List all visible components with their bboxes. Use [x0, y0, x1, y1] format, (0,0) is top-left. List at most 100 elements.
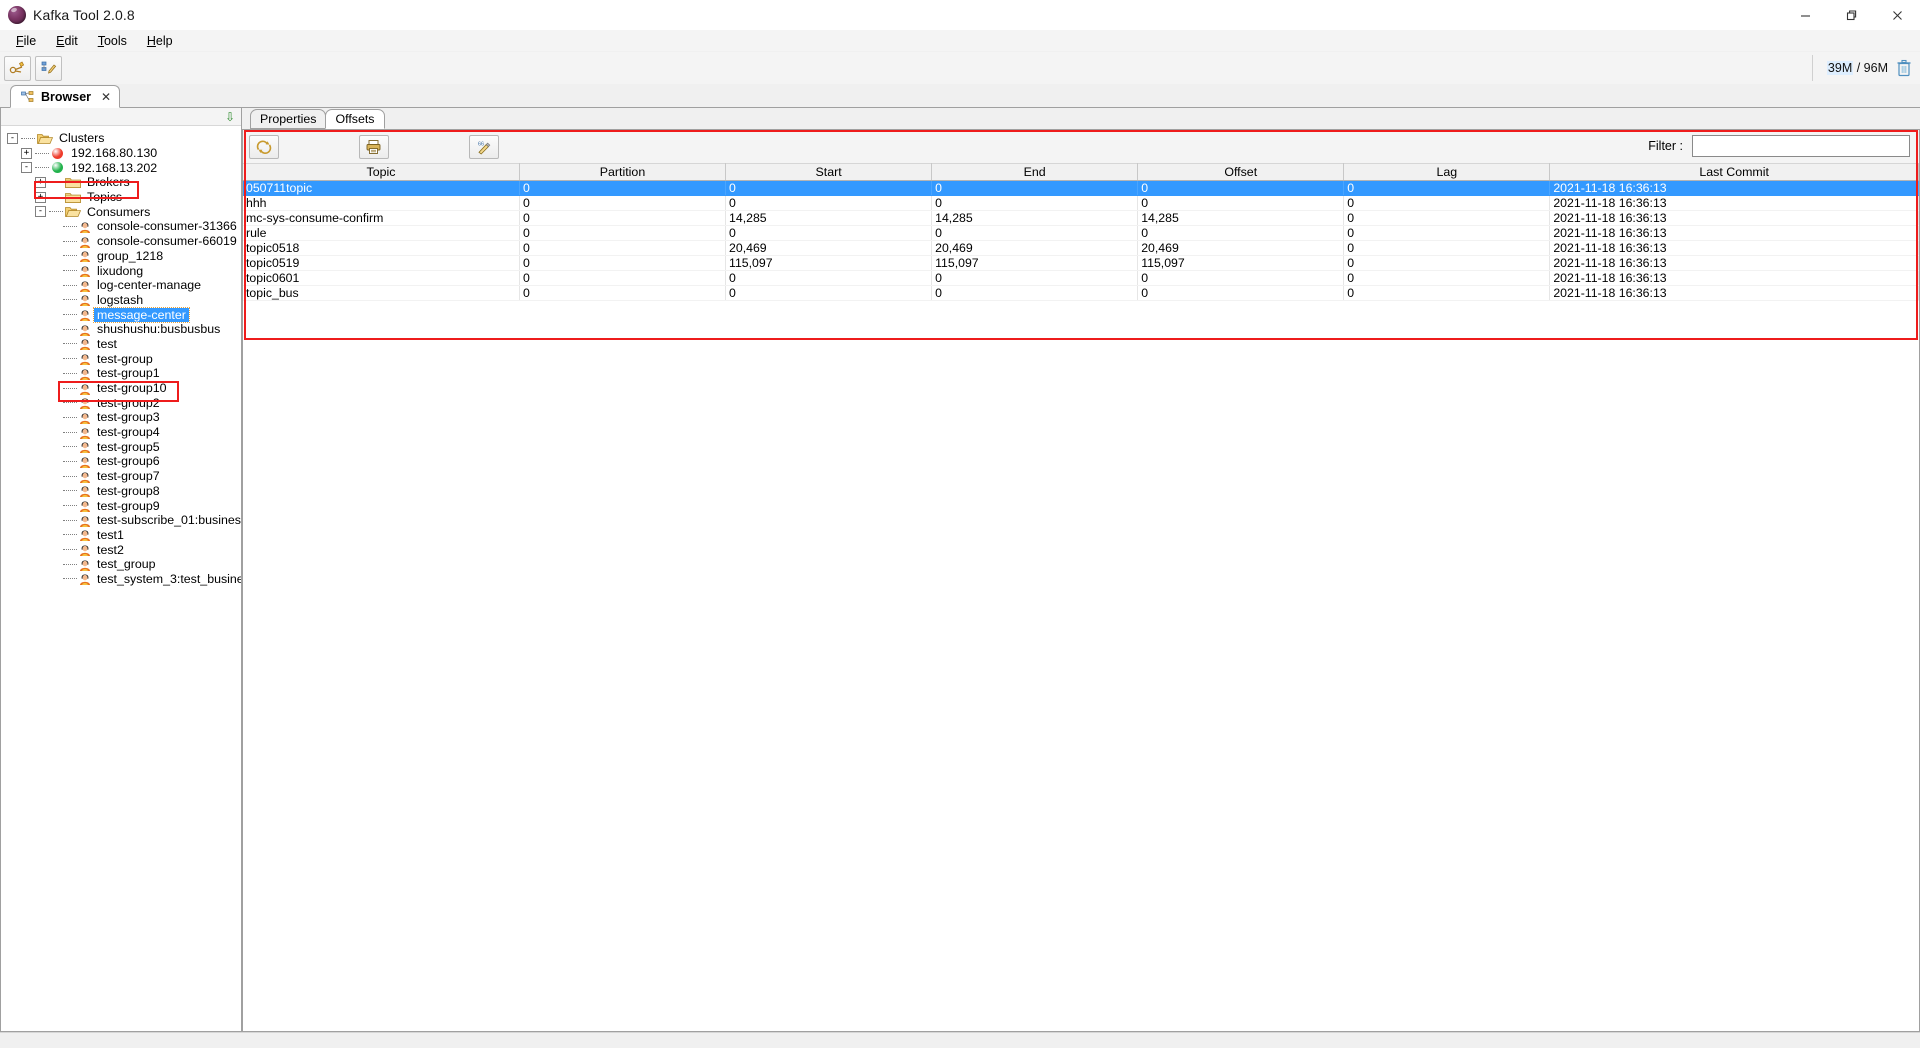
- tree-node-console-consumer-31366[interactable]: console-consumer-31366: [1, 219, 241, 234]
- tree-node-clusters[interactable]: - Clusters: [1, 131, 241, 146]
- main-toolbar: 39M / 96M: [0, 52, 1920, 84]
- table-row[interactable]: topic0518 0 20,469 20,469 20,469 0 2021-11-18 …: [243, 240, 1919, 256]
- tree-node-test-group1[interactable]: test-group1: [1, 366, 241, 381]
- column-header-last-commit[interactable]: Last Commit: [1549, 163, 1919, 181]
- consumer-user-icon: [80, 516, 90, 527]
- column-header-start[interactable]: Start: [725, 163, 933, 181]
- tree-node-logstash[interactable]: logstash: [1, 293, 241, 308]
- cell-topic: mc-sys-consume-confirm: [243, 210, 520, 226]
- tree-node-test-system-3-test-business-2[interactable]: test_system_3:test_business_2: [1, 572, 241, 587]
- tab-browser-close-icon[interactable]: ✕: [101, 90, 111, 104]
- cell-start: 0: [725, 195, 933, 211]
- tree-node-192-168-13-202[interactable]: - 192.168.13.202: [1, 160, 241, 175]
- cluster-disconnected-icon: [52, 147, 63, 159]
- tree-node-test1[interactable]: test1: [1, 528, 241, 543]
- table-row[interactable]: mc-sys-consume-confirm 0 14,285 14,285 14,28…: [243, 210, 1919, 226]
- cell-offset: 0: [1137, 285, 1345, 301]
- refresh-arrows-icon: [256, 140, 272, 154]
- collapse-all-arrow-icon[interactable]: ⇩: [225, 111, 235, 123]
- add-cluster-button[interactable]: [4, 55, 31, 81]
- cell-end: 20,469: [931, 240, 1139, 256]
- tree-node-test-group2[interactable]: test-group2: [1, 395, 241, 410]
- tree-node-test-group5[interactable]: test-group5: [1, 439, 241, 454]
- cluster-tree[interactable]: - Clusters +192.168.80.130-192.168.13.202 +…: [1, 126, 241, 1031]
- tree-connector: [63, 240, 77, 242]
- tree-connector: [63, 387, 77, 389]
- menu-file[interactable]: File: [6, 31, 46, 51]
- tree-connector: [63, 519, 77, 521]
- menu-help[interactable]: Help: [137, 31, 183, 51]
- tab-offsets[interactable]: Offsets: [325, 109, 385, 129]
- table-row[interactable]: topic0601 0 0 0 0 0 2021-11-18 16:36:13: [243, 270, 1919, 286]
- column-header-end[interactable]: End: [931, 163, 1139, 181]
- tree-expand-toggle[interactable]: +: [35, 191, 46, 203]
- column-header-partition[interactable]: Partition: [519, 163, 727, 181]
- column-header-offset[interactable]: Offset: [1137, 163, 1345, 181]
- column-header-topic[interactable]: Topic: [243, 163, 520, 181]
- tree-node-test-group9[interactable]: test-group9: [1, 498, 241, 513]
- title-bar: Kafka Tool 2.0.8: [0, 0, 1920, 30]
- close-button[interactable]: [1874, 0, 1920, 30]
- tree-node-message-center[interactable]: message-center: [1, 306, 241, 323]
- tree-node-test-group6[interactable]: test-group6: [1, 454, 241, 469]
- tree-node-test-group[interactable]: test-group: [1, 351, 241, 366]
- menu-edit[interactable]: Edit: [46, 31, 88, 51]
- memory-separator: /: [1853, 61, 1864, 75]
- tree-node-test-group7[interactable]: test-group7: [1, 469, 241, 484]
- tree-node-label: Brokers: [87, 175, 130, 190]
- tree-node-test-subscribe-01-businesstest1[interactable]: test-subscribe_01:businessTest1: [1, 513, 241, 528]
- tab-browser[interactable]: Browser ✕: [10, 85, 121, 108]
- maximize-button[interactable]: [1828, 0, 1874, 30]
- column-header-lag[interactable]: Lag: [1343, 163, 1551, 181]
- edit-offsets-button[interactable]: 66: [469, 134, 499, 159]
- tree-node-console-consumer-66019[interactable]: console-consumer-66019: [1, 234, 241, 249]
- tree-collapse-toggle[interactable]: -: [7, 132, 18, 144]
- export-offsets-button[interactable]: [359, 134, 389, 159]
- tree-node-topics[interactable]: + Topics: [1, 190, 241, 205]
- table-row[interactable]: topic_bus 0 0 0 0 0 2021-11-18 16:36:13: [243, 285, 1919, 301]
- tree-expand-toggle[interactable]: +: [35, 176, 46, 188]
- minimize-button[interactable]: [1782, 0, 1828, 30]
- cell-lag: 0: [1343, 225, 1551, 241]
- tree-panel-header: ⇩: [1, 108, 241, 126]
- tree-node-test-group[interactable]: test_group: [1, 557, 241, 572]
- tree-node-test-group3[interactable]: test-group3: [1, 410, 241, 425]
- cluster-tree-panel: ⇩ - Clusters +192.168.80.130-192.168.13.20…: [0, 108, 242, 1032]
- tree-node-log-center-manage[interactable]: log-center-manage: [1, 278, 241, 293]
- tree-node-brokers[interactable]: + Brokers: [1, 175, 241, 190]
- tree-node-test[interactable]: test: [1, 337, 241, 352]
- memory-indicator[interactable]: 39M / 96M: [1811, 55, 1912, 81]
- table-row[interactable]: hhh 0 0 0 0 0 2021-11-18 16:36:13: [243, 195, 1919, 211]
- cell-start: 115,097: [725, 255, 933, 271]
- tree-collapse-toggle[interactable]: -: [35, 206, 46, 218]
- edit-tree-button[interactable]: [35, 55, 62, 81]
- menu-tools[interactable]: Tools: [88, 31, 137, 51]
- offsets-table[interactable]: Topic Partition Start End Offset Lag Last Comm…: [243, 163, 1919, 301]
- consumer-user-icon: [80, 354, 90, 366]
- cell-end: 0: [931, 270, 1139, 286]
- tree-edit-icon: [41, 61, 57, 74]
- window-title: Kafka Tool 2.0.8: [33, 6, 135, 23]
- tree-expand-toggle[interactable]: +: [21, 147, 32, 159]
- filter-input[interactable]: [1692, 135, 1910, 157]
- tree-node-group-1218[interactable]: group_1218: [1, 249, 241, 264]
- tree-node-test-group8[interactable]: test-group8: [1, 484, 241, 499]
- tree-connector: [63, 284, 77, 286]
- tree-node-label: test-group2: [97, 395, 160, 410]
- tree-node-test2[interactable]: test2: [1, 542, 241, 557]
- tree-node-test-group4[interactable]: test-group4: [1, 425, 241, 440]
- tab-properties[interactable]: Properties: [250, 109, 327, 129]
- tree-node-lixudong[interactable]: lixudong: [1, 263, 241, 278]
- refresh-offsets-button[interactable]: [249, 134, 279, 159]
- tree-node-consumers[interactable]: - Consumers: [1, 204, 241, 219]
- tree-collapse-toggle[interactable]: -: [21, 162, 32, 174]
- tree-node-shushushu-busbusbus[interactable]: shushushu:busbusbus: [1, 322, 241, 337]
- trash-icon[interactable]: [1896, 59, 1912, 77]
- table-row[interactable]: topic0519 0 115,097 115,097 115,097 0 2021-11-…: [243, 255, 1919, 271]
- offsets-table-body[interactable]: 050711topic 0 0 0 0 0 2021-11-18 16:36:13 hhh 0 0…: [243, 180, 1919, 301]
- table-row[interactable]: 050711topic 0 0 0 0 0 2021-11-18 16:36:13: [243, 180, 1919, 196]
- menu-edit-rest: dit: [64, 33, 78, 48]
- tree-node-192-168-80-130[interactable]: +192.168.80.130: [1, 146, 241, 161]
- tree-node-test-group10[interactable]: test-group10: [1, 381, 241, 396]
- table-row[interactable]: rule 0 0 0 0 0 2021-11-18 16:36:13: [243, 225, 1919, 241]
